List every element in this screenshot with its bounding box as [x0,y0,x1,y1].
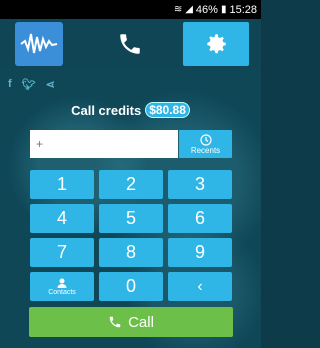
phone-icon [109,316,121,328]
share-icon[interactable]: ⋖ [46,78,55,91]
call-label: Call [128,313,154,331]
facebook-icon[interactable]: f [8,78,12,91]
backspace-button[interactable]: ‹ [168,272,232,301]
phone-number-input[interactable] [30,130,178,158]
key-0[interactable]: 0 [99,272,163,301]
dialer-tab[interactable] [90,22,170,66]
key-7[interactable]: 7 [30,238,94,267]
key-6[interactable]: 6 [168,204,232,233]
contacts-button[interactable]: Contacts [30,272,94,301]
credits-amount: $80.88 [145,102,190,118]
recents-label: Recents [190,145,221,155]
clock: 15:28 [229,3,257,16]
gear-icon [207,34,226,54]
call-button[interactable]: Call [29,307,233,337]
person-icon [57,278,67,288]
settings-button[interactable] [183,22,249,66]
battery-percent: 46% [195,3,218,16]
key-3[interactable]: 3 [168,170,232,199]
recents-button[interactable]: Recents [179,130,232,158]
waveform-icon [20,33,58,54]
signal-icon: ◢ [185,4,193,15]
call-credits: Call credits $80.88 [0,102,261,118]
clock-icon [199,133,212,146]
app-logo-button[interactable] [15,22,63,66]
status-bar: ≋ ◢ 46% ▮ 15:28 [0,0,261,19]
battery-icon: ▮ [220,4,227,15]
key-5[interactable]: 5 [99,204,163,233]
key-1[interactable]: 1 [30,170,94,199]
backspace-icon: ‹ [197,277,203,295]
contacts-label: Contacts [48,289,76,296]
key-8[interactable]: 8 [99,238,163,267]
key-4[interactable]: 4 [30,204,94,233]
phone-icon [120,34,140,54]
twitter-icon[interactable]: 🐦︎ [22,78,36,91]
key-2[interactable]: 2 [99,170,163,199]
credits-label: Call credits [71,102,142,118]
key-9[interactable]: 9 [168,238,232,267]
social-links: f 🐦︎ ⋖ [8,78,55,91]
wifi-icon: ≋ [173,4,183,15]
